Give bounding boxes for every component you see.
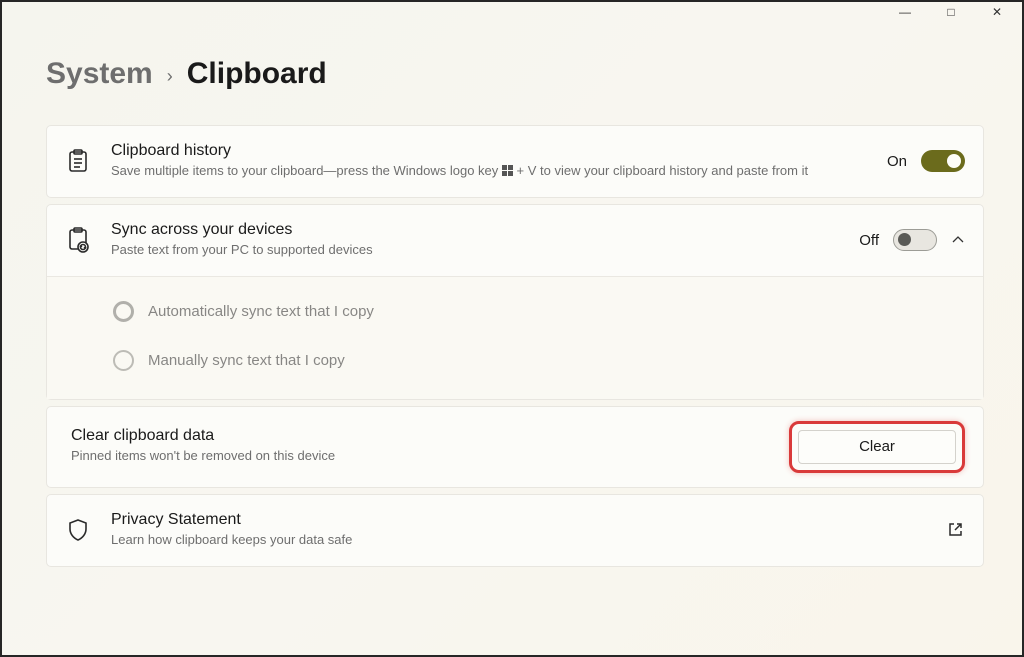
privacy-desc: Learn how clipboard keeps your data safe: [111, 531, 927, 550]
maximize-button[interactable]: □: [928, 2, 974, 22]
clear-control: Clear: [789, 421, 965, 473]
sync-text: Sync across your devices Paste text from…: [111, 221, 839, 260]
radio-icon: [113, 301, 134, 322]
clear-card: Clear clipboard data Pinned items won't …: [46, 406, 984, 488]
clipboard-history-toggle[interactable]: [921, 150, 965, 172]
clear-button-highlight: Clear: [789, 421, 965, 473]
clear-desc: Pinned items won't be removed on this de…: [71, 447, 769, 466]
sync-desc: Paste text from your PC to supported dev…: [111, 241, 839, 260]
privacy-row[interactable]: Privacy Statement Learn how clipboard ke…: [47, 495, 983, 566]
settings-content: System › Clipboard Clipboard history Sav…: [2, 2, 1022, 593]
clipboard-icon: [65, 148, 91, 174]
sync-title: Sync across your devices: [111, 221, 839, 239]
privacy-text: Privacy Statement Learn how clipboard ke…: [111, 511, 927, 550]
external-link-icon: [947, 521, 965, 539]
privacy-control: [947, 521, 965, 539]
radio-icon: [113, 350, 134, 371]
sync-row[interactable]: Sync across your devices Paste text from…: [47, 205, 983, 276]
clipboard-history-card: Clipboard history Save multiple items to…: [46, 125, 984, 198]
clipboard-history-row[interactable]: Clipboard history Save multiple items to…: [47, 126, 983, 197]
close-button[interactable]: ✕: [974, 2, 1020, 22]
chevron-right-icon: ›: [167, 66, 173, 87]
sync-manual-label: Manually sync text that I copy: [148, 352, 345, 369]
clipboard-history-toggle-label: On: [887, 153, 907, 170]
privacy-title: Privacy Statement: [111, 511, 927, 529]
clear-button[interactable]: Clear: [798, 430, 956, 464]
sync-toggle[interactable]: [893, 229, 937, 251]
sync-options: Automatically sync text that I copy Manu…: [47, 276, 983, 399]
clipboard-history-desc: Save multiple items to your clipboard—pr…: [111, 162, 867, 181]
privacy-card: Privacy Statement Learn how clipboard ke…: [46, 494, 984, 567]
sync-auto-label: Automatically sync text that I copy: [148, 303, 374, 320]
breadcrumb-current: Clipboard: [187, 57, 327, 91]
clear-text: Clear clipboard data Pinned items won't …: [71, 427, 769, 466]
window-controls: — □ ✕: [882, 2, 1020, 22]
sync-toggle-label: Off: [859, 232, 879, 249]
clipboard-history-text: Clipboard history Save multiple items to…: [111, 142, 867, 181]
chevron-up-icon[interactable]: [951, 233, 965, 247]
sync-control: Off: [859, 229, 965, 251]
clipboard-history-title: Clipboard history: [111, 142, 867, 160]
windows-logo-icon: [502, 165, 513, 176]
clipboard-sync-icon: [65, 227, 91, 253]
breadcrumb: System › Clipboard: [46, 57, 984, 91]
shield-icon: [65, 517, 91, 543]
sync-card: Sync across your devices Paste text from…: [46, 204, 984, 400]
clear-title: Clear clipboard data: [71, 427, 769, 445]
sync-manual-option[interactable]: Manually sync text that I copy: [113, 336, 965, 385]
clear-row: Clear clipboard data Pinned items won't …: [47, 407, 983, 487]
minimize-button[interactable]: —: [882, 2, 928, 22]
sync-auto-option[interactable]: Automatically sync text that I copy: [113, 287, 965, 336]
breadcrumb-parent[interactable]: System: [46, 57, 153, 91]
clipboard-history-control: On: [887, 150, 965, 172]
